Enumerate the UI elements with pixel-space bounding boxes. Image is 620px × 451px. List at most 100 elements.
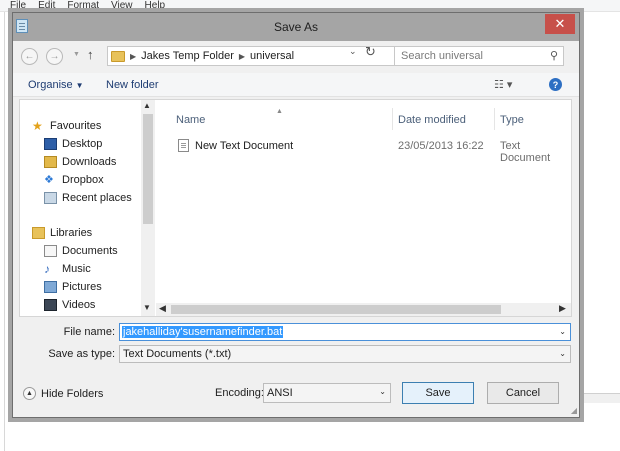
search-icon[interactable]: ⚲ [550, 49, 558, 62]
nav-dropbox[interactable]: ❖ Dropbox [44, 174, 104, 186]
organise-button[interactable]: Organise ▼ [28, 79, 84, 91]
up-arrow-icon[interactable]: ↑ [87, 47, 94, 62]
forward-arrow-icon[interactable]: → [46, 48, 63, 65]
menu-format[interactable]: Format [67, 0, 99, 11]
column-header-name[interactable]: Name [176, 114, 205, 126]
file-date-cell: 23/05/2013 16:22 [398, 140, 484, 152]
recent-places-icon [44, 192, 57, 204]
nav-recent-places-label: Recent places [62, 192, 132, 204]
back-arrow-icon[interactable]: ← [21, 48, 38, 65]
nav-documents-label: Documents [62, 245, 118, 257]
chevron-down-icon[interactable]: ⌄ [379, 387, 386, 396]
scroll-down-icon[interactable]: ▼ [143, 303, 151, 312]
notepad-menubar: File Edit Format View Help [0, 0, 620, 12]
nav-music-label: Music [62, 263, 91, 275]
nav-music[interactable]: ♪ Music [44, 263, 91, 275]
dialog-title: Save As [273, 20, 319, 34]
dropbox-icon: ❖ [44, 174, 54, 186]
encoding-value: ANSI [267, 387, 293, 399]
column-header-date-modified[interactable]: Date modified [398, 114, 466, 126]
hide-folders-button[interactable]: ▲ Hide Folders [23, 387, 103, 400]
scrollbar-thumb[interactable] [171, 305, 501, 314]
nav-downloads-label: Downloads [62, 156, 117, 168]
nav-favourites[interactable]: ★ Favourites [32, 120, 101, 132]
encoding-select[interactable]: ANSI ⌄ [263, 383, 391, 403]
videos-icon [44, 299, 57, 311]
breadcrumb-jakes-temp-folder[interactable]: Jakes Temp Folder [141, 50, 234, 62]
libraries-icon [32, 227, 45, 239]
organise-label: Organise [28, 79, 73, 91]
navigation-scrollbar[interactable]: ▲ ▼ [141, 100, 155, 316]
nav-recent-places[interactable]: Recent places [44, 192, 132, 204]
notepad-app-icon [16, 19, 28, 33]
star-icon: ★ [32, 119, 43, 133]
file-name-cell: New Text Document [195, 140, 294, 152]
chevron-down-icon[interactable]: ⌄ [559, 327, 566, 336]
nav-downloads[interactable]: Downloads [44, 156, 116, 168]
chevron-right-icon[interactable]: ▶ [130, 52, 136, 61]
resize-grip-icon[interactable]: ◢ [571, 406, 577, 415]
folder-icon [111, 50, 125, 62]
nav-desktop-label: Desktop [62, 138, 103, 150]
save-as-type-select[interactable]: Text Documents (*.txt) ⌄ [119, 345, 571, 363]
pictures-icon [44, 281, 57, 293]
hide-folders-label: Hide Folders [41, 387, 104, 400]
nav-pictures[interactable]: Pictures [44, 281, 102, 293]
address-dropdown-chevron-icon[interactable]: ⌄ [349, 46, 357, 57]
address-row: ← → ▼ ↑ ▶ Jakes Temp Folder ▶ universal … [13, 43, 579, 71]
file-list: ▲ Name Date modified Type New Text Docum… [156, 100, 571, 316]
file-name-label: File name: [63, 326, 115, 338]
column-divider[interactable] [494, 108, 495, 130]
chevron-up-icon: ▲ [23, 387, 36, 400]
scroll-right-icon[interactable]: ▶ [559, 303, 566, 314]
downloads-icon [44, 156, 57, 168]
dialog-titlebar[interactable]: Save As ✕ [13, 13, 579, 41]
navigation-pane: ★ Favourites Desktop Downloads ❖ Dropbox… [20, 100, 141, 316]
column-divider[interactable] [392, 108, 393, 130]
scrollbar-thumb[interactable] [143, 114, 153, 224]
file-type-cell: Text Document [500, 140, 551, 164]
desktop-icon [44, 138, 57, 150]
view-options-icon[interactable]: ☷ ▾ [494, 78, 512, 91]
cancel-button[interactable]: Cancel [487, 382, 559, 404]
chevron-down-icon[interactable]: ⌄ [559, 349, 566, 358]
music-icon: ♪ [44, 262, 50, 276]
nav-documents[interactable]: Documents [44, 245, 118, 257]
new-folder-button[interactable]: New folder [106, 79, 159, 91]
encoding-label: Encoding: [215, 387, 264, 399]
documents-icon [44, 245, 57, 257]
file-row[interactable]: New Text Document 23/05/2013 16:22 Text … [156, 138, 571, 164]
save-button[interactable]: Save [402, 382, 474, 404]
recent-locations-chevron-icon[interactable]: ▼ [73, 51, 80, 58]
horizontal-scrollbar[interactable]: ◀ ▶ [156, 303, 571, 316]
nav-desktop[interactable]: Desktop [44, 138, 102, 150]
menu-file[interactable]: File [10, 0, 26, 11]
save-as-type-value: Text Documents (*.txt) [123, 348, 232, 360]
breadcrumb-universal[interactable]: universal [250, 50, 294, 62]
nav-libraries-label: Libraries [50, 227, 93, 239]
menu-edit[interactable]: Edit [38, 0, 55, 11]
save-as-dialog: Save As ✕ ← → ▼ ↑ ▶ Jakes Temp Folder ▶ … [12, 12, 580, 418]
menu-help[interactable]: Help [145, 0, 166, 11]
file-name-input[interactable]: jakehalliday'susernamefinder.bat ⌄ [119, 323, 571, 341]
help-icon[interactable]: ? [549, 78, 562, 91]
file-name-value: jakehalliday'susernamefinder.bat [122, 326, 284, 338]
nav-pictures-label: Pictures [62, 281, 102, 293]
scroll-left-icon[interactable]: ◀ [159, 303, 166, 314]
nav-libraries[interactable]: Libraries [32, 227, 92, 239]
nav-dropbox-label: Dropbox [62, 174, 104, 186]
close-button[interactable]: ✕ [545, 14, 575, 34]
chevron-right-icon[interactable]: ▶ [239, 52, 245, 61]
menu-view[interactable]: View [111, 0, 133, 11]
nav-videos[interactable]: Videos [44, 299, 95, 311]
refresh-icon[interactable]: ↻ [365, 44, 376, 60]
scroll-up-icon[interactable]: ▲ [143, 101, 151, 110]
nav-videos-label: Videos [62, 299, 96, 311]
search-input[interactable]: Search universal ⚲ [394, 46, 564, 66]
browser-panes: ★ Favourites Desktop Downloads ❖ Dropbox… [19, 99, 572, 317]
column-header-type[interactable]: Type [500, 114, 524, 126]
notepad-status-bar [580, 393, 620, 403]
command-toolbar: Organise ▼ New folder ☷ ▾ ? [13, 73, 579, 97]
sort-ascending-icon: ▲ [276, 108, 283, 115]
text-document-icon [178, 139, 189, 152]
